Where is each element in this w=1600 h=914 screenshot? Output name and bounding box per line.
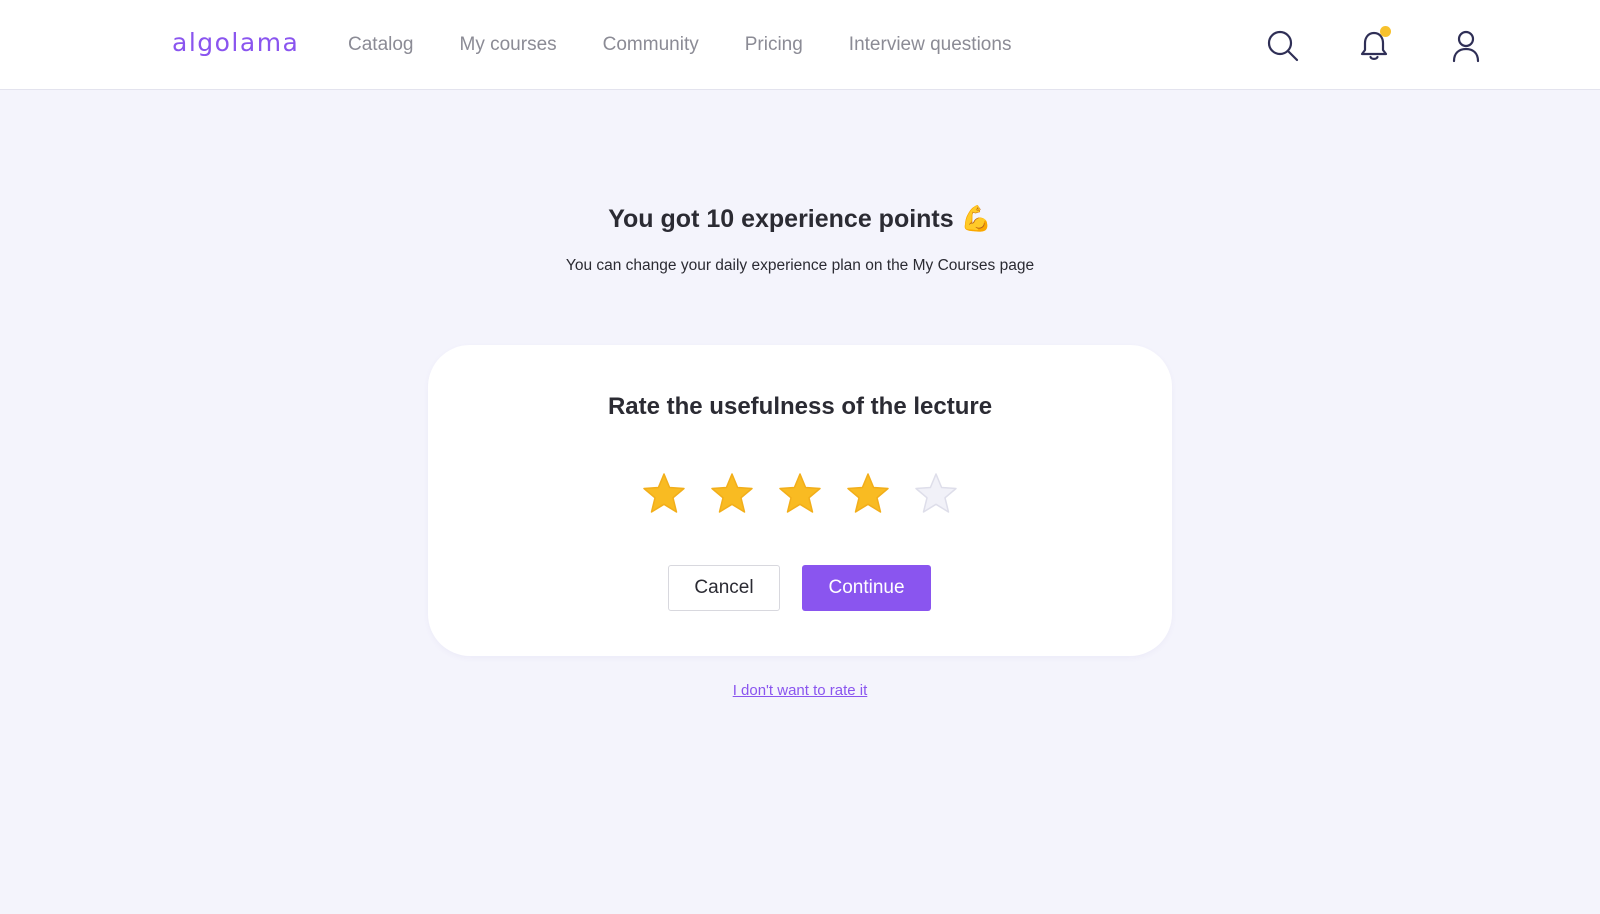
page-title-text: You got 10 experience points [608,205,954,233]
page-subtitle: You can change your daily experience pla… [565,257,1035,274]
skip-rating-link[interactable]: I don't want to rate it [733,682,868,699]
star-rating [428,471,1172,519]
rating-card-title: Rate the usefulness of the lecture [607,393,993,420]
nav-my-courses[interactable]: My courses [460,34,557,56]
nav-catalog[interactable]: Catalog [348,34,414,56]
nav-interview-questions[interactable]: Interview questions [849,34,1012,56]
star-filled-icon[interactable] [708,471,756,519]
notifications-button[interactable] [1354,26,1394,66]
star-filled-icon[interactable] [776,471,824,519]
profile-button[interactable] [1446,26,1486,66]
rating-card: Rate the usefulness of the lecture Cance… [428,345,1172,656]
star-filled-icon[interactable] [640,471,688,519]
flexed-biceps-emoji: 💪 [960,205,992,233]
logo[interactable]: algolama [172,28,299,57]
page-title: You got 10 experience points 💪 [0,205,1600,234]
nav-pricing[interactable]: Pricing [745,34,803,56]
search-button[interactable] [1263,26,1303,66]
cancel-button[interactable]: Cancel [668,565,780,611]
user-icon [1452,30,1480,63]
main-nav: Catalog My courses Community Pricing Int… [348,34,1057,56]
skip-rating: I don't want to rate it [0,682,1600,699]
nav-community[interactable]: Community [603,34,699,56]
search-icon [1267,30,1299,62]
star-filled-icon[interactable] [844,471,892,519]
top-nav-bar: algolama Catalog My courses Community Pr… [0,0,1600,90]
continue-button[interactable]: Continue [802,565,931,611]
star-empty-icon[interactable] [912,471,960,519]
notification-dot [1380,26,1391,37]
